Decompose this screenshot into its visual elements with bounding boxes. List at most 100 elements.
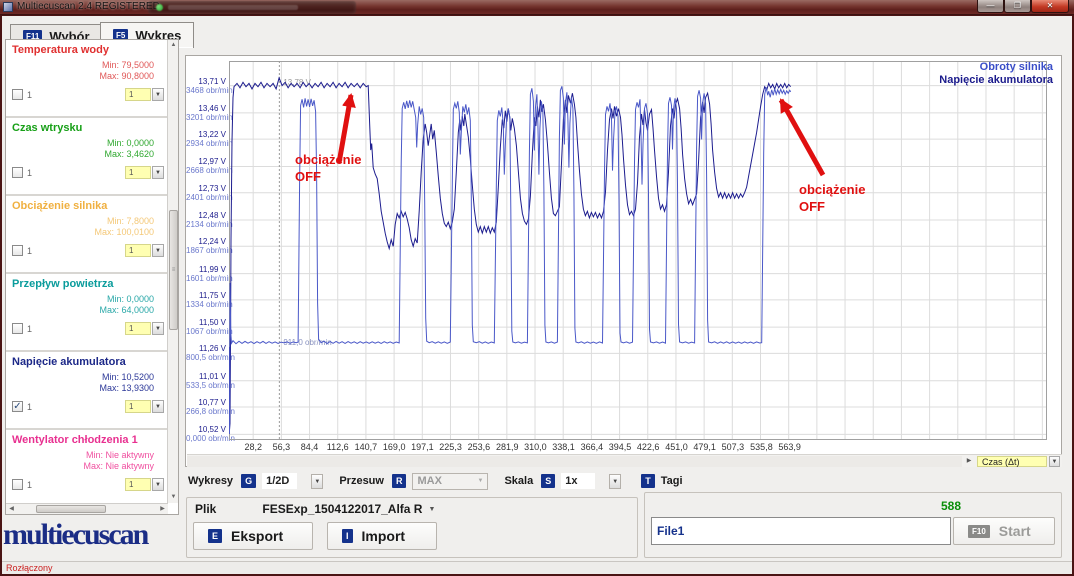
record-groupbox: 588 File1 F10 Start — [644, 492, 1062, 558]
tagi-button[interactable]: Tagi — [661, 475, 683, 487]
x-axis-labels: 28,2 56,3 84,4 112,6 140,7 169,0 197,1 225,3 253… — [229, 442, 1049, 453]
import-button[interactable]: I Import — [327, 522, 437, 550]
x-axis-label: 479,1 — [693, 442, 716, 452]
scale-select[interactable]: 1 — [125, 322, 151, 335]
wykresy-select[interactable]: 1/2D — [262, 473, 298, 489]
x-axis-label: 563,9 — [778, 442, 801, 452]
scale-select[interactable]: 1 — [125, 400, 151, 413]
key-badge-r: R — [391, 474, 407, 488]
minimize-button[interactable]: — — [977, 0, 1004, 13]
annotation-text: obciążenie OFF — [799, 182, 866, 214]
x-axis-label: 535,8 — [750, 442, 773, 452]
chevron-down-icon[interactable]: ▼ — [152, 166, 164, 179]
chevron-down-icon[interactable]: ▼ — [1049, 456, 1060, 467]
sidebar-horizontal-scrollbar[interactable]: ◀ ▶ — [6, 503, 168, 514]
parameter-checkbox[interactable] — [12, 167, 23, 178]
parameter-minmax: Min: 0,0000 Max: 3,4620 — [104, 138, 154, 159]
y-axis-label: 12,73 V 2401 obr/min — [186, 183, 233, 202]
scale-select[interactable]: 1 — [125, 478, 151, 491]
x-axis-label: 281,9 — [495, 442, 519, 452]
app-icon — [3, 1, 13, 12]
y-axis-label: 10,77 V 266,8 obr/min — [186, 397, 235, 416]
y-axis-label: 12,97 V 2668 obr/min — [186, 157, 233, 176]
chevron-down-icon[interactable]: ▼ — [152, 88, 164, 101]
eksport-label: Eksport — [231, 528, 284, 544]
parameter-checkbox[interactable]: ✓ — [12, 401, 23, 412]
chevron-down-icon: ▼ — [477, 478, 484, 484]
chevron-down-icon[interactable]: ▼ — [152, 322, 164, 335]
chevron-down-icon[interactable]: ▼ — [428, 506, 435, 513]
background-window-tab[interactable] — [148, 1, 356, 14]
blurred-text — [168, 5, 298, 10]
chevron-down-icon[interactable]: ▼ — [311, 473, 324, 489]
scroll-right-icon[interactable]: ▶ — [157, 504, 168, 515]
scrollbar-thumb[interactable] — [36, 505, 106, 513]
parameter-checkbox[interactable] — [12, 245, 23, 256]
eksport-button[interactable]: E Eksport — [193, 522, 313, 550]
close-button[interactable]: ✕ — [1031, 0, 1069, 13]
parameter-card: Napięcie akumulatora Min: 10,5200 Max: 13… — [6, 352, 168, 430]
scroll-down-icon[interactable]: ▼ — [168, 492, 179, 503]
y-axis-label: 13,46 V 3201 obr/min — [186, 103, 233, 122]
parameter-name: Napięcie akumulatora — [12, 356, 126, 368]
scroll-left-icon[interactable]: ◀ — [6, 504, 17, 515]
y-axis-label: 11,50 V 1067 obr/min — [186, 318, 233, 337]
x-axis-label: 507,3 — [721, 442, 745, 452]
legend-rpm: Obroty silnika — [979, 61, 1053, 73]
scale-select[interactable]: 1 — [125, 166, 151, 179]
chevron-down-icon[interactable]: ▼ — [152, 478, 164, 491]
x-axis-label: 310,0 — [524, 442, 547, 452]
y-axis-label: 11,26 V 800,5 obr/min — [186, 344, 235, 363]
maximize-button[interactable]: ❐ — [1004, 0, 1031, 13]
chevron-down-icon[interactable]: ▼ — [152, 400, 164, 413]
chart-controls: Wykresy G 1/2D ▼ Przesuw R MAX ▼ Skala S… — [188, 470, 1062, 492]
parameter-name: Obciążenie silnika — [12, 200, 108, 212]
legend-voltage: Napięcie akumulatora — [939, 74, 1053, 86]
channel-label: 1 — [27, 245, 33, 256]
parameter-checkbox[interactable] — [12, 323, 23, 334]
start-button[interactable]: F10 Start — [953, 517, 1055, 545]
scrollbar-track[interactable] — [187, 456, 962, 467]
parameter-checkbox[interactable] — [12, 89, 23, 100]
sidebar-vertical-scrollbar[interactable]: ▲ ≡ ▼ — [167, 40, 178, 503]
chevron-down-icon[interactable]: ▼ — [152, 244, 164, 257]
x-axis-mode-select[interactable]: Czas (Δt) — [977, 456, 1047, 467]
chart-panel: 13,71 V 3468 obr/min 13,46 V 3201 obr/min 13… — [185, 55, 1062, 467]
chart-horizontal-scrollbar[interactable]: ▶ Czas (Δt) ▼ — [187, 454, 1062, 467]
y-axis-label: 13,22 V 2934 obr/min — [186, 130, 233, 149]
channel-label: 1 — [27, 167, 33, 178]
parameter-card: Temperatura wody Min: 79,5000 Max: 90,800… — [6, 40, 168, 118]
scale-select[interactable]: 1 — [125, 244, 151, 257]
key-badge-i: I — [342, 529, 353, 543]
parameter-name: Temperatura wody — [12, 44, 109, 56]
przesuw-select[interactable]: MAX ▼ — [412, 472, 489, 490]
import-label: Import — [361, 528, 406, 544]
scale-select[interactable]: 1 — [125, 88, 151, 101]
skala-select[interactable]: 1x — [561, 473, 596, 489]
x-axis-label: 197,1 — [411, 442, 434, 452]
y-axis-label: 11,01 V 533,5 obr/min — [186, 371, 235, 390]
parameter-name: Przepływ powietrza — [12, 278, 114, 290]
scroll-right-icon[interactable]: ▶ — [964, 456, 974, 467]
x-axis-label: 169,0 — [382, 442, 406, 452]
key-badge-f10: F10 — [968, 524, 990, 538]
chevron-down-icon[interactable]: ▼ — [609, 473, 622, 489]
file-name-input[interactable]: File1 — [651, 517, 951, 545]
y-axis-label: 12,24 V 1867 obr/min — [186, 237, 233, 256]
parameter-checkbox[interactable] — [12, 479, 23, 490]
file-select[interactable]: FESExp_1504122017_Alfa R — [262, 502, 422, 516]
x-axis-label: 56,3 — [272, 442, 291, 452]
wykresy-label: Wykresy — [188, 475, 234, 487]
scroll-up-icon[interactable]: ▲ — [168, 40, 179, 51]
parameter-card: Czas wtrysku Min: 0,0000 Max: 3,4620 1 1 … — [6, 118, 168, 196]
scrollbar-thumb[interactable]: ≡ — [169, 210, 178, 330]
y-axis-label: 13,71 V 3468 obr/min — [186, 76, 233, 95]
x-axis-label: 28,2 — [244, 442, 262, 452]
key-badge-e: E — [208, 529, 223, 543]
start-label: Start — [998, 523, 1031, 539]
plot-area[interactable]: 13,78 V 911,0 obr/min — [228, 61, 1047, 440]
status-dot-icon — [156, 4, 163, 11]
y-axis-label: 10,52 V 0,000 obr/min — [186, 425, 235, 444]
x-axis-label: 225,3 — [439, 442, 462, 452]
parameter-card: Obciążenie silnika Min: 7,8000 Max: 100,0… — [6, 196, 168, 274]
